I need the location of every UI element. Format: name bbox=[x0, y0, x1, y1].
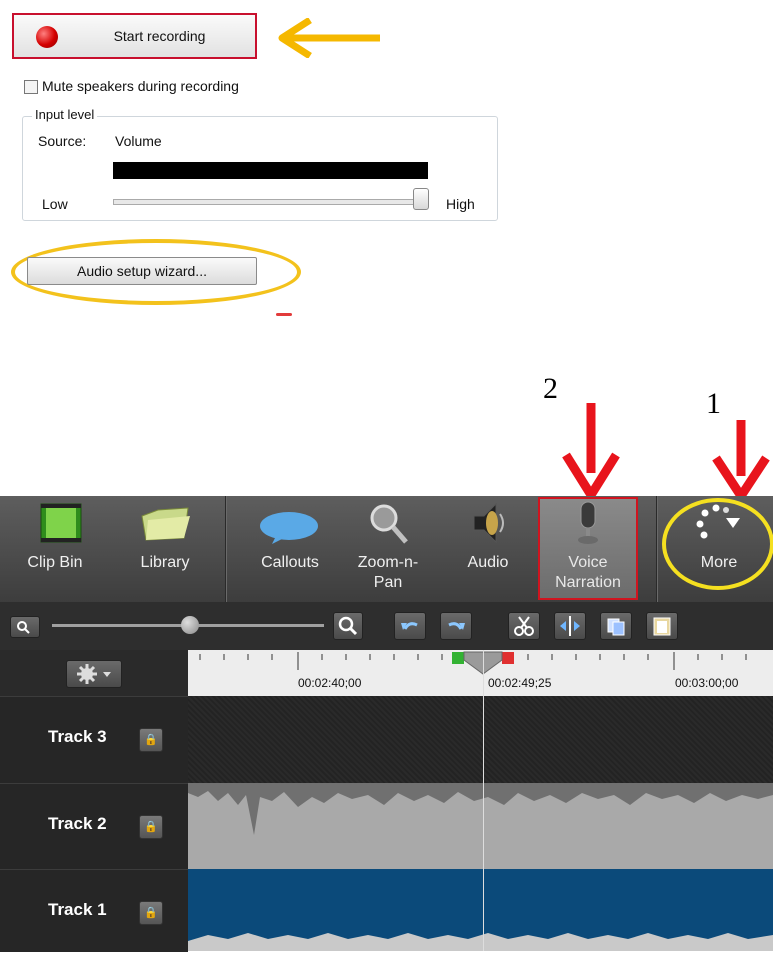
track-2-clip[interactable] bbox=[188, 783, 773, 869]
mute-speakers-checkbox[interactable] bbox=[24, 80, 38, 94]
low-label: Low bbox=[42, 196, 68, 212]
annotation-number-1: 1 bbox=[706, 387, 721, 420]
zoom-out-icon bbox=[17, 621, 30, 634]
selection-start-marker[interactable] bbox=[452, 652, 464, 664]
annotation-number-2: 2 bbox=[543, 372, 558, 405]
callouts-label: Callouts bbox=[261, 554, 319, 571]
red-mark bbox=[276, 313, 292, 316]
gear-icon bbox=[77, 664, 111, 684]
track-header[interactable]: Track 2 🔒 bbox=[0, 783, 188, 870]
voice-narration-button[interactable]: Voice Narration bbox=[540, 496, 636, 602]
microphone-icon bbox=[578, 501, 598, 544]
input-level-title: Input level bbox=[32, 107, 98, 122]
source-label: Source: bbox=[38, 133, 87, 149]
audio-setup-wizard-button[interactable]: Audio setup wizard... bbox=[27, 257, 257, 285]
volume-slider-track[interactable] bbox=[113, 199, 429, 205]
start-recording-button[interactable]: Start recording bbox=[12, 13, 257, 59]
ruler-time-label: 00:03:00;00 bbox=[675, 676, 739, 690]
library-button[interactable]: Library bbox=[110, 496, 220, 602]
speaker-icon bbox=[473, 502, 504, 544]
paste-button[interactable] bbox=[646, 612, 678, 640]
track-name: Track 1 bbox=[48, 900, 107, 919]
audio-waveform bbox=[188, 783, 773, 835]
zoom-in-icon bbox=[338, 616, 358, 636]
redo-icon bbox=[448, 622, 465, 630]
input-level-meter bbox=[113, 162, 428, 179]
lock-icon[interactable]: 🔒 bbox=[139, 815, 163, 839]
timeline-ruler[interactable]: 00:02:40;00 00:02:49;25 00:03:00;00 bbox=[188, 650, 773, 696]
scissors-icon bbox=[514, 616, 534, 636]
clip-bin-label: Clip Bin bbox=[27, 554, 83, 571]
ruler-time-label: 00:02:40;00 bbox=[298, 676, 362, 690]
zoom-slider-thumb[interactable] bbox=[181, 616, 199, 634]
mute-speakers-label: Mute speakers during recording bbox=[42, 78, 239, 94]
callouts-button[interactable]: Callouts bbox=[244, 496, 336, 602]
track-3-lane[interactable] bbox=[188, 696, 773, 783]
film-strip-icon bbox=[40, 503, 82, 543]
track-name: Track 3 bbox=[48, 727, 107, 746]
zoom-out-button[interactable] bbox=[10, 616, 40, 638]
start-recording-label: Start recording bbox=[113, 28, 206, 44]
split-icon bbox=[560, 616, 580, 636]
split-button[interactable] bbox=[554, 612, 586, 640]
redo-button[interactable] bbox=[440, 612, 472, 640]
playhead-time-label: 00:02:49;25 bbox=[488, 676, 552, 690]
voice-narration-label: Voice Narration bbox=[555, 554, 621, 591]
record-icon bbox=[36, 26, 58, 48]
copy-icon bbox=[607, 618, 625, 636]
audio-waveform bbox=[188, 933, 773, 951]
paste-icon bbox=[653, 617, 671, 636]
red-arrow-down-icon bbox=[562, 403, 620, 500]
track-name: Track 2 bbox=[48, 814, 107, 833]
more-highlight-circle bbox=[662, 498, 773, 590]
source-value: Volume bbox=[115, 133, 162, 149]
zoom-in-button[interactable] bbox=[333, 612, 363, 640]
speech-bubble-icon bbox=[260, 512, 318, 544]
high-label: High bbox=[446, 196, 475, 212]
timeline-controls bbox=[0, 602, 773, 650]
undo-button[interactable] bbox=[394, 612, 426, 640]
track-1-clip[interactable] bbox=[188, 869, 773, 951]
playhead-line bbox=[483, 650, 484, 951]
yellow-arrow-icon bbox=[278, 18, 380, 58]
zoom-n-pan-label: Zoom-n- Pan bbox=[357, 554, 419, 591]
selection-end-marker[interactable] bbox=[502, 652, 514, 664]
toolbar-divider bbox=[656, 496, 657, 602]
track-header[interactable]: Track 3 🔒 bbox=[0, 696, 188, 783]
toolbar-divider bbox=[225, 496, 226, 602]
timeline-settings-button[interactable] bbox=[66, 660, 122, 688]
magnifier-icon bbox=[370, 504, 408, 544]
folder-icon bbox=[141, 507, 190, 541]
audio-label: Audio bbox=[467, 554, 509, 571]
zoom-n-pan-button[interactable]: Zoom-n- Pan bbox=[340, 496, 436, 602]
red-arrow-down-icon bbox=[712, 420, 770, 501]
copy-button[interactable] bbox=[600, 612, 632, 640]
audio-button[interactable]: Audio bbox=[440, 496, 536, 602]
clip-bin-button[interactable]: Clip Bin bbox=[2, 496, 108, 602]
volume-slider-thumb[interactable] bbox=[413, 188, 429, 210]
lock-icon[interactable]: 🔒 bbox=[139, 728, 163, 752]
cut-button[interactable] bbox=[508, 612, 540, 640]
undo-icon bbox=[401, 622, 418, 630]
lock-icon[interactable]: 🔒 bbox=[139, 901, 163, 925]
library-label: Library bbox=[140, 554, 190, 571]
track-header[interactable]: Track 1 🔒 bbox=[0, 869, 188, 952]
timeline-options-area bbox=[0, 650, 188, 696]
